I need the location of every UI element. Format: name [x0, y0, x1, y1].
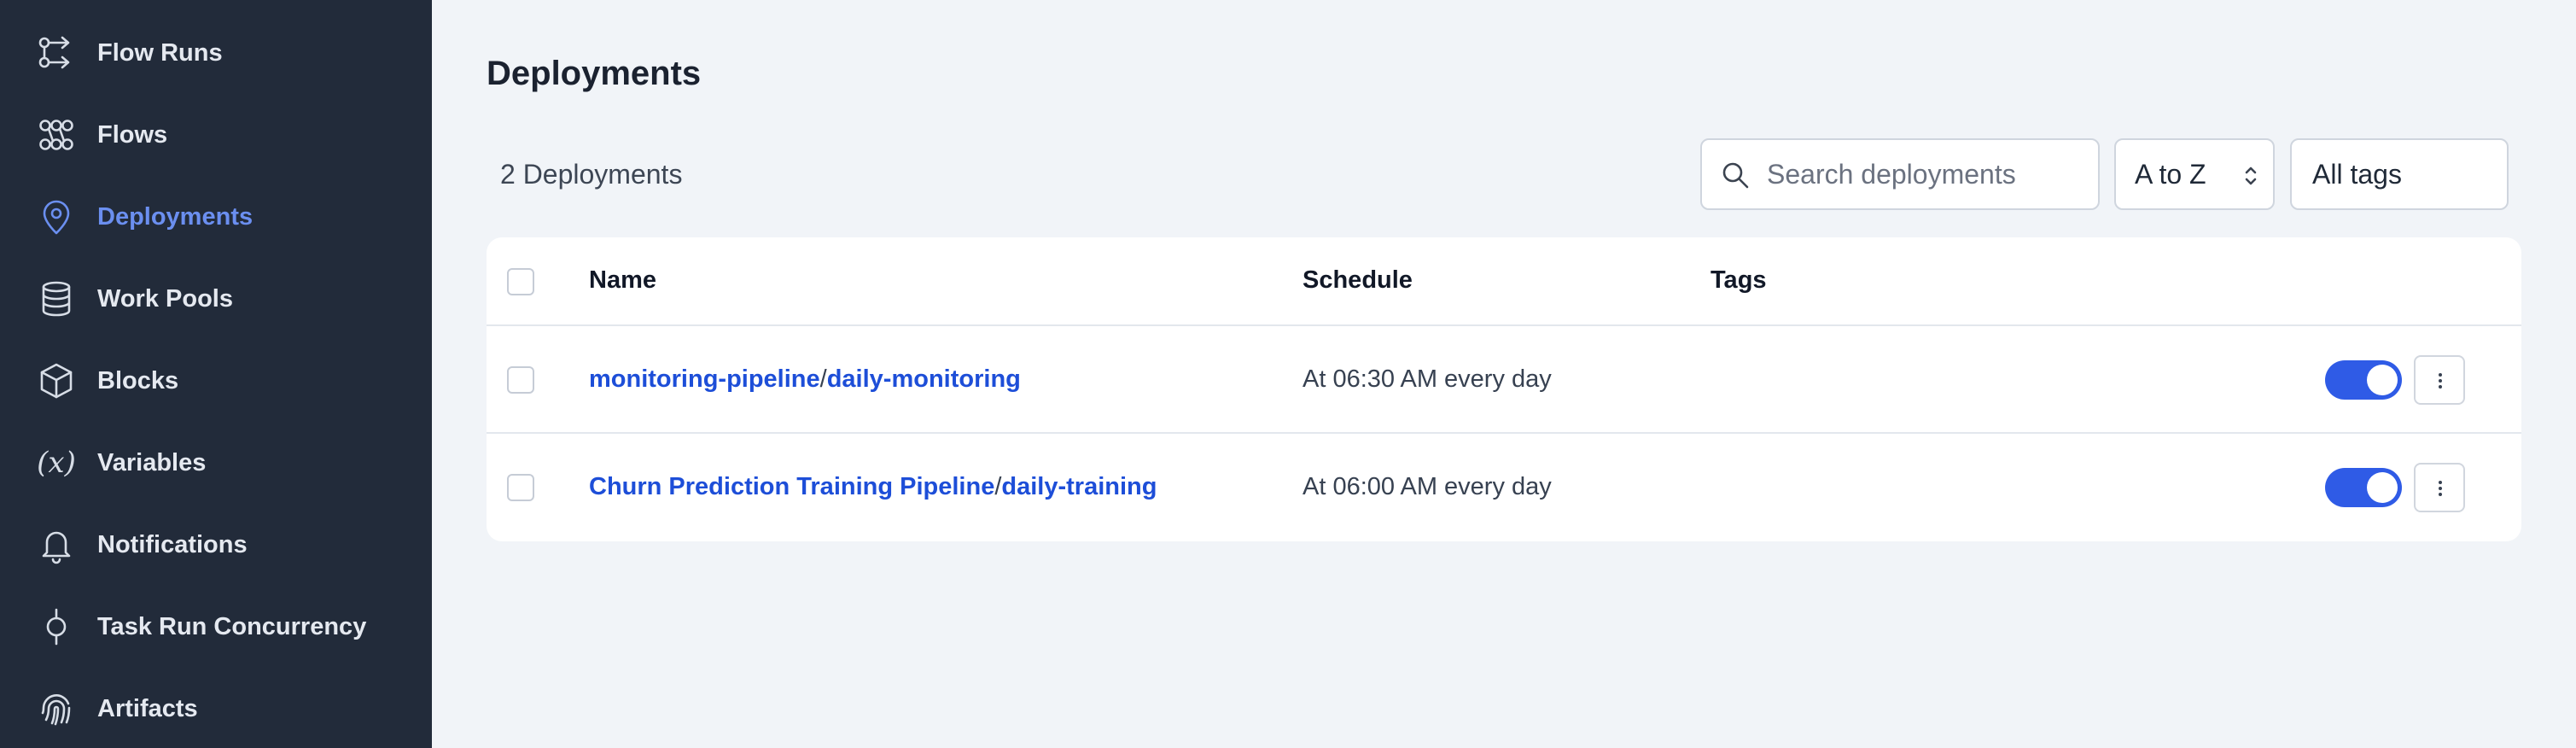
flow-runs-icon [34, 31, 79, 75]
select-all-checkbox[interactable] [507, 268, 534, 295]
toggle-knob [2367, 472, 2398, 503]
sidebar-item-notifications[interactable]: Notifications [0, 511, 432, 579]
fingerprint-icon [34, 687, 79, 731]
sidebar-item-blocks[interactable]: Blocks [0, 347, 432, 415]
flow-link[interactable]: Churn Prediction Training Pipeline [589, 473, 994, 500]
sidebar-item-work-pools[interactable]: Work Pools [0, 265, 432, 333]
schedule-toggle[interactable] [2325, 468, 2402, 507]
sidebar-item-label: Variables [97, 448, 207, 476]
sidebar-item-artifacts[interactable]: Artifacts [0, 675, 432, 743]
table-row: Churn Prediction Training Pipeline/daily… [487, 434, 2521, 541]
bell-icon [34, 523, 79, 567]
sidebar-item-label: Flow Runs [97, 38, 223, 67]
tags-filter-value: All tags [2312, 159, 2402, 190]
more-vertical-icon [2439, 481, 2442, 496]
sidebar-item-label: Work Pools [97, 284, 233, 313]
deployment-count: 2 Deployments [500, 159, 683, 190]
name-separator: / [819, 365, 827, 393]
search-field[interactable] [1700, 138, 2100, 210]
deployment-link[interactable]: daily-monitoring [827, 365, 1021, 393]
search-icon [1719, 159, 1751, 191]
deployment-name-cell: monitoring-pipeline/daily-monitoring [589, 362, 1021, 396]
variable-icon: (x) [37, 446, 76, 480]
search-input[interactable] [1765, 140, 2089, 208]
table-row: monitoring-pipeline/daily-monitoring At … [487, 326, 2521, 434]
sidebar-item-flows[interactable]: Flows [0, 101, 432, 169]
flow-link[interactable]: monitoring-pipeline [589, 365, 820, 393]
row-checkbox[interactable] [507, 366, 534, 394]
deployment-name-cell: Churn Prediction Training Pipeline/daily… [589, 470, 1157, 504]
sidebar-item-label: Flows [97, 120, 168, 149]
schedule-cell: At 06:30 AM every day [1303, 365, 1552, 393]
sort-select-value: A to Z [2135, 159, 2206, 190]
sidebar-item-variables[interactable]: (x) Variables [0, 429, 432, 497]
sidebar: Flow Runs Flows Deployments Work Pools B… [0, 0, 432, 748]
flows-icon [34, 113, 79, 157]
toggle-knob [2367, 365, 2398, 395]
sidebar-item-label: Artifacts [97, 694, 198, 722]
column-header-tags: Tags [1711, 266, 1767, 294]
concurrency-icon [34, 605, 79, 649]
row-menu-button[interactable] [2414, 355, 2465, 405]
row-menu-button[interactable] [2414, 463, 2465, 512]
more-vertical-icon [2439, 373, 2442, 389]
sidebar-item-task-run-concurrency[interactable]: Task Run Concurrency [0, 593, 432, 661]
page-title: Deployments [487, 55, 702, 92]
sidebar-item-label: Deployments [97, 202, 254, 231]
row-checkbox[interactable] [507, 474, 534, 501]
column-header-schedule: Schedule [1303, 266, 1413, 294]
tags-filter-select[interactable]: All tags [2290, 138, 2509, 210]
sidebar-item-label: Notifications [97, 530, 248, 558]
schedule-cell: At 06:00 AM every day [1303, 473, 1552, 500]
chevron-up-down-icon [2241, 162, 2261, 190]
schedule-toggle[interactable] [2325, 360, 2402, 400]
table-header-row: Name Schedule Tags [487, 237, 2521, 326]
column-header-name[interactable]: Name [589, 263, 656, 297]
cube-icon [34, 359, 79, 403]
database-icon [34, 277, 79, 321]
sidebar-item-label: Task Run Concurrency [97, 612, 367, 640]
sidebar-item-flow-runs[interactable]: Flow Runs [0, 19, 432, 87]
sort-select[interactable]: A to Z [2114, 138, 2275, 210]
deployment-link[interactable]: daily-training [1001, 473, 1157, 500]
sidebar-item-deployments[interactable]: Deployments [0, 183, 432, 251]
map-pin-icon [34, 195, 79, 239]
deployments-table: Name Schedule Tags monitoring-pipeline/d… [487, 237, 2521, 541]
sidebar-item-label: Blocks [97, 366, 179, 394]
